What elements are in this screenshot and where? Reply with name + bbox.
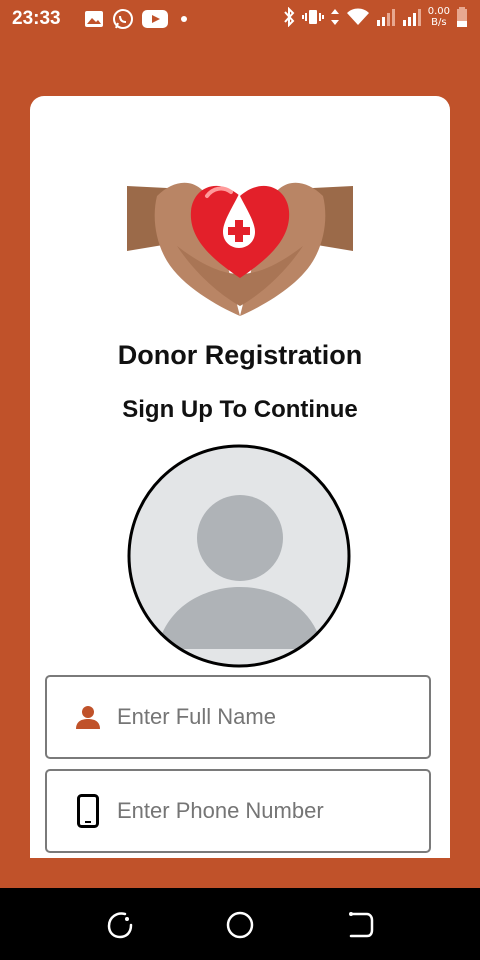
system-icons: 0.00 B/s — [282, 6, 468, 28]
vibrate-icon — [301, 10, 324, 24]
full-name-field[interactable] — [45, 675, 431, 759]
page-subtitle: Sign Up To Continue — [122, 396, 358, 423]
network-speed-value: 0.00 — [427, 6, 450, 17]
system-navigation-bar — [0, 888, 480, 960]
phone-number-input[interactable] — [115, 797, 419, 825]
wifi-icon — [346, 8, 369, 25]
network-speed-unit: B/s — [431, 17, 447, 28]
youtube-icon — [142, 10, 168, 28]
network-speed: 0.00 B/s — [428, 6, 450, 28]
data-arrows-icon — [330, 9, 339, 25]
notification-icons — [84, 8, 192, 30]
profile-photo-picker[interactable] — [127, 444, 351, 668]
whatsapp-icon — [113, 9, 133, 29]
signal-icon — [402, 9, 421, 26]
recent-apps-icon[interactable] — [105, 910, 135, 940]
page-title: Donor Registration — [117, 340, 363, 370]
image-icon — [85, 11, 103, 27]
person-icon — [75, 701, 101, 733]
battery-icon — [457, 7, 467, 27]
phone-icon — [75, 794, 101, 828]
dot-icon — [181, 16, 187, 22]
signal-icon — [376, 9, 395, 26]
blood-donation-heart-image — [127, 182, 353, 316]
status-bar: 23:33 0.00 B/s — [0, 0, 480, 38]
back-icon[interactable] — [345, 910, 375, 940]
status-time: 23:33 — [12, 8, 61, 29]
registration-card: Donor Registration Sign Up To Continue — [30, 96, 450, 858]
full-name-input[interactable] — [115, 703, 419, 731]
home-icon[interactable] — [225, 910, 255, 940]
phone-number-field[interactable] — [45, 769, 431, 853]
bluetooth-icon — [283, 7, 295, 27]
